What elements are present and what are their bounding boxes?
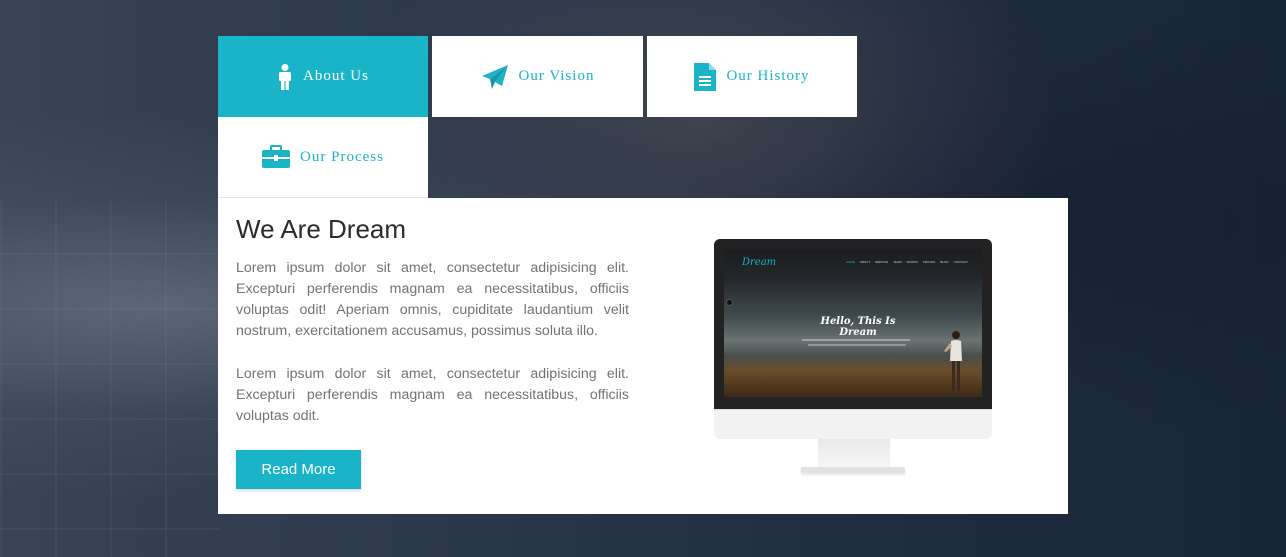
paper-plane-icon	[481, 64, 509, 90]
read-more-button[interactable]: Read More	[236, 450, 361, 489]
monitor-mockup-image: Dream HOME ABOUT SERVICE TEAM WORKS PRIC…	[714, 239, 992, 476]
paragraph-2: Lorem ipsum dolor sit amet, consectetur …	[236, 366, 629, 424]
screen-nav-item: WORKS	[906, 260, 918, 264]
monitor-base	[801, 467, 905, 473]
paragraph-1: Lorem ipsum dolor sit amet, consectetur …	[236, 260, 629, 339]
screen-nav-item: CONTACT	[953, 260, 968, 264]
screen-nav-item: HOME	[845, 260, 855, 264]
screen-side-button	[726, 299, 733, 306]
screen-nav: HOME ABOUT SERVICE TEAM WORKS PRICING BL…	[846, 260, 968, 264]
screen-nav-item: SERVICE	[875, 260, 889, 264]
tab-our-vision[interactable]: Our Vision	[432, 36, 643, 117]
screen-heading: Hello, This Is Dream	[820, 316, 896, 338]
screen-subtext-line	[802, 339, 910, 341]
tab-label: Our History	[726, 68, 810, 84]
about-content-panel: We Are Dream Lorem ipsum dolor sit amet,…	[218, 198, 1068, 514]
person-icon	[277, 63, 293, 90]
monitor-stand	[818, 439, 890, 467]
screen-nav-item: PRICING	[922, 260, 936, 264]
woman-figure-icon	[944, 331, 962, 391]
screen-subtext-line	[808, 344, 906, 346]
screen-nav-item: TEAM	[893, 260, 902, 264]
monitor-bezel	[714, 409, 992, 439]
monitor-screen: Dream HOME ABOUT SERVICE TEAM WORKS PRIC…	[724, 249, 982, 397]
briefcase-icon	[262, 145, 291, 169]
tab-label: About Us	[303, 68, 369, 84]
screen-logo: Dream	[742, 257, 777, 268]
tab-label: Our Vision	[518, 68, 595, 84]
tab-about-us[interactable]: About Us	[218, 36, 428, 117]
document-icon	[694, 62, 717, 91]
screen-nav-item: BLOG	[940, 260, 949, 264]
tab-our-process[interactable]: Our Process	[218, 117, 428, 198]
tab-label: Our Process	[300, 148, 384, 165]
screen-nav-item: ABOUT	[859, 260, 871, 264]
section-title: We Are Dream	[236, 214, 407, 244]
tab-our-history[interactable]: Our History	[647, 36, 857, 117]
